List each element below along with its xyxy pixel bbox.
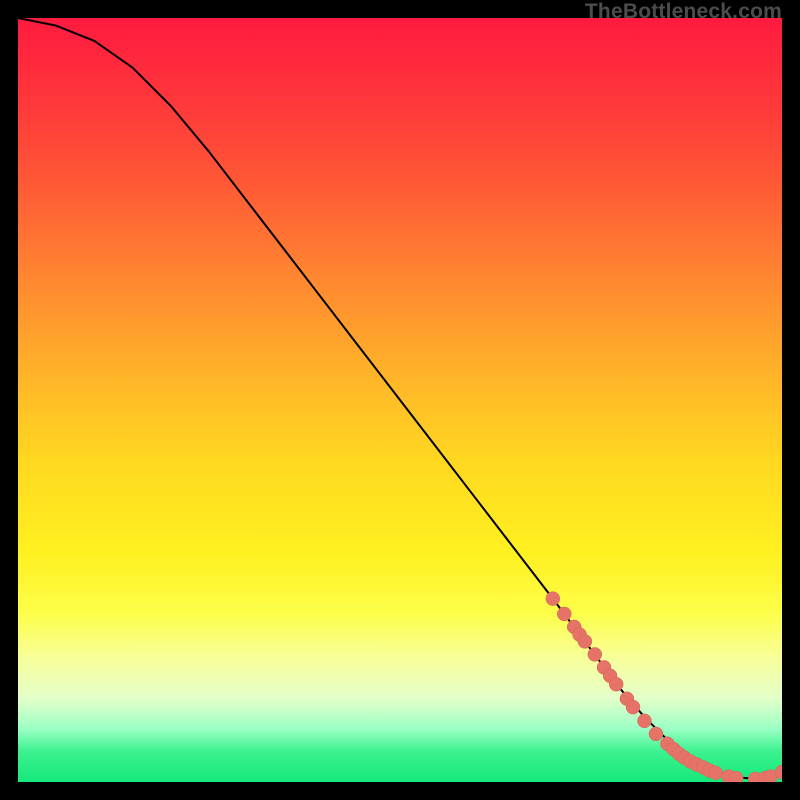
data-marker [709,766,723,780]
curve-layer [18,18,782,782]
watermark-text: TheBottleneck.com [585,0,782,24]
chart-frame: TheBottleneck.com [0,0,800,800]
data-marker [649,727,663,741]
data-marker [637,714,651,728]
marker-group [546,592,782,782]
bottleneck-curve [18,18,782,779]
data-marker [588,647,602,661]
plot-area [18,18,782,782]
data-marker [546,592,560,606]
data-marker [578,634,592,648]
data-marker [626,700,640,714]
data-marker [609,677,623,691]
data-marker [557,607,571,621]
